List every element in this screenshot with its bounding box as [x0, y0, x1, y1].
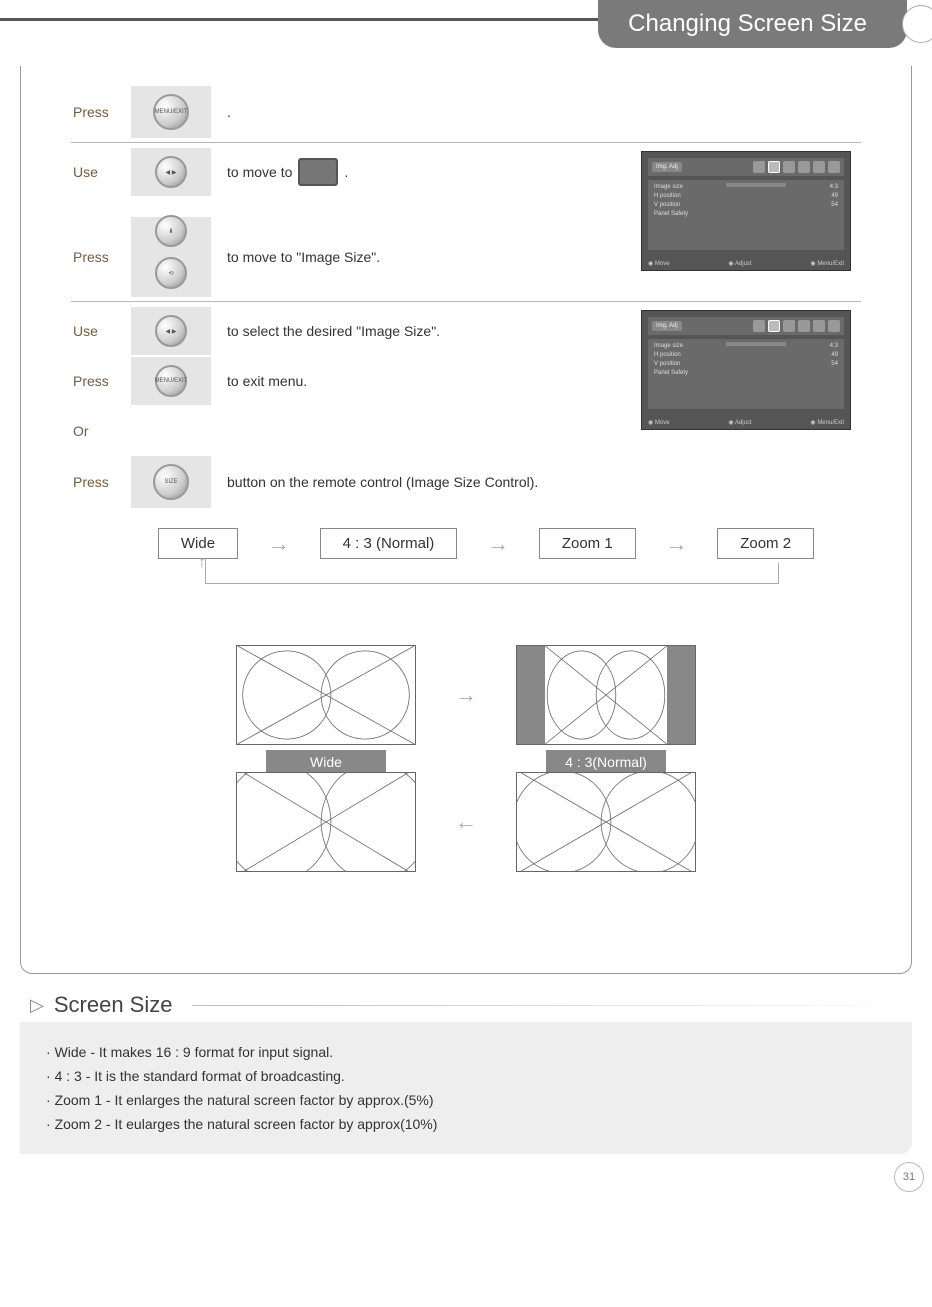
- verb: Press: [71, 474, 131, 490]
- preview-wide: [236, 645, 416, 745]
- step-row: Press SIZE button on the remote control …: [71, 456, 641, 508]
- cycle-loopback: ↑: [151, 559, 821, 609]
- arrow-right-icon: →: [487, 531, 509, 557]
- step-text: to move to .: [211, 158, 641, 186]
- aspect-diagram-icon: [517, 773, 695, 871]
- chevron-right-icon: ▷: [30, 995, 44, 1016]
- info-item: Zoom 1 - It enlarges the natural screen …: [46, 1092, 886, 1108]
- mode-zoom1: Zoom 1: [539, 528, 636, 559]
- step-text: button on the remote control (Image Size…: [211, 474, 641, 490]
- step-row: Press MENU/EXIT to exit menu.: [71, 356, 641, 406]
- info-box: Wide - It makes 16 : 9 format for input …: [20, 1022, 912, 1154]
- instructions-panel: Press MENU/EXIT . Use ◀ ▶ to move to . P…: [20, 66, 912, 974]
- section-title: Screen Size: [54, 992, 173, 1018]
- button-col: SIZE: [131, 456, 211, 508]
- down-arrow-icon: ⬇: [155, 215, 187, 247]
- mode-zoom2: Zoom 2: [717, 528, 814, 559]
- step-row: Press MENU/EXIT .: [71, 86, 861, 138]
- preview-label: 4 : 3(Normal): [546, 750, 666, 774]
- step-text: .: [211, 104, 641, 120]
- step-text: to exit menu.: [211, 373, 641, 389]
- step-text: to move to "Image Size".: [211, 249, 641, 265]
- header-circle-decor: [902, 5, 932, 43]
- info-item: Wide - It makes 16 : 9 format for input …: [46, 1044, 886, 1060]
- left-right-button-icon: ◀ ▶: [155, 315, 187, 347]
- preview-zoom2: [236, 772, 416, 872]
- button-col: MENU/EXIT: [131, 357, 211, 405]
- enter-button-icon: ⟲: [155, 257, 187, 289]
- info-item: 4 : 3 - It is the standard format of bro…: [46, 1068, 886, 1084]
- page-number: 31: [894, 1162, 924, 1192]
- menu-exit-button-icon: MENU/EXIT: [153, 94, 189, 130]
- osd-screenshot: Img. Adj Image size4:3 H position49 V po…: [641, 147, 861, 297]
- arrow-right-icon: →: [268, 531, 290, 557]
- step-row: Use ◀ ▶ to move to .: [71, 147, 641, 197]
- size-button-icon: SIZE: [153, 464, 189, 500]
- step-row: Press ⬇ ⟲ to move to "Image Size".: [71, 217, 641, 297]
- tv-icon: [298, 158, 338, 186]
- button-col: ⬇ ⟲: [131, 217, 211, 297]
- preview-zoom1: [516, 772, 696, 872]
- step-text: to select the desired "Image Size".: [211, 323, 641, 339]
- page-title: Changing Screen Size: [598, 0, 907, 48]
- left-right-button-icon: ◀ ▶: [155, 156, 187, 188]
- verb: Press: [71, 373, 131, 389]
- verb: Use: [71, 323, 131, 339]
- verb: Use: [71, 164, 131, 180]
- page-header: Changing Screen Size: [0, 0, 932, 60]
- aspect-diagram-icon: [237, 773, 415, 871]
- button-col: ◀ ▶: [131, 307, 211, 355]
- preview-43: [516, 645, 696, 745]
- mode-cycle: Wide → 4 : 3 (Normal) → Zoom 1 → Zoom 2: [151, 528, 821, 559]
- arrow-right-icon: →: [436, 682, 496, 708]
- menu-exit-button-icon: MENU/EXIT: [155, 365, 187, 397]
- verb: Press: [71, 249, 131, 265]
- or-label: Or: [71, 406, 641, 456]
- arrow-left-icon: ←: [436, 809, 496, 835]
- step-row: Use ◀ ▶ to select the desired "Image Siz…: [71, 306, 641, 356]
- button-col: ◀ ▶: [131, 148, 211, 196]
- button-col: MENU/EXIT: [131, 86, 211, 138]
- preview-label: Wide: [266, 750, 386, 774]
- verb: Press: [71, 104, 131, 120]
- osd-screenshot: Img. Adj Image size4:3 H position49 V po…: [641, 306, 861, 508]
- preview-diagram: → Wide 4 : 3(Normal) ↑ ↓ ←: [71, 645, 861, 943]
- mode-43: 4 : 3 (Normal): [320, 528, 458, 559]
- aspect-diagram-icon: [517, 646, 695, 744]
- info-item: Zoom 2 - It eularges the natural screen …: [46, 1116, 886, 1132]
- section-header: ▷ Screen Size: [30, 992, 912, 1018]
- arrow-right-icon: →: [665, 531, 687, 557]
- aspect-diagram-icon: [237, 646, 415, 744]
